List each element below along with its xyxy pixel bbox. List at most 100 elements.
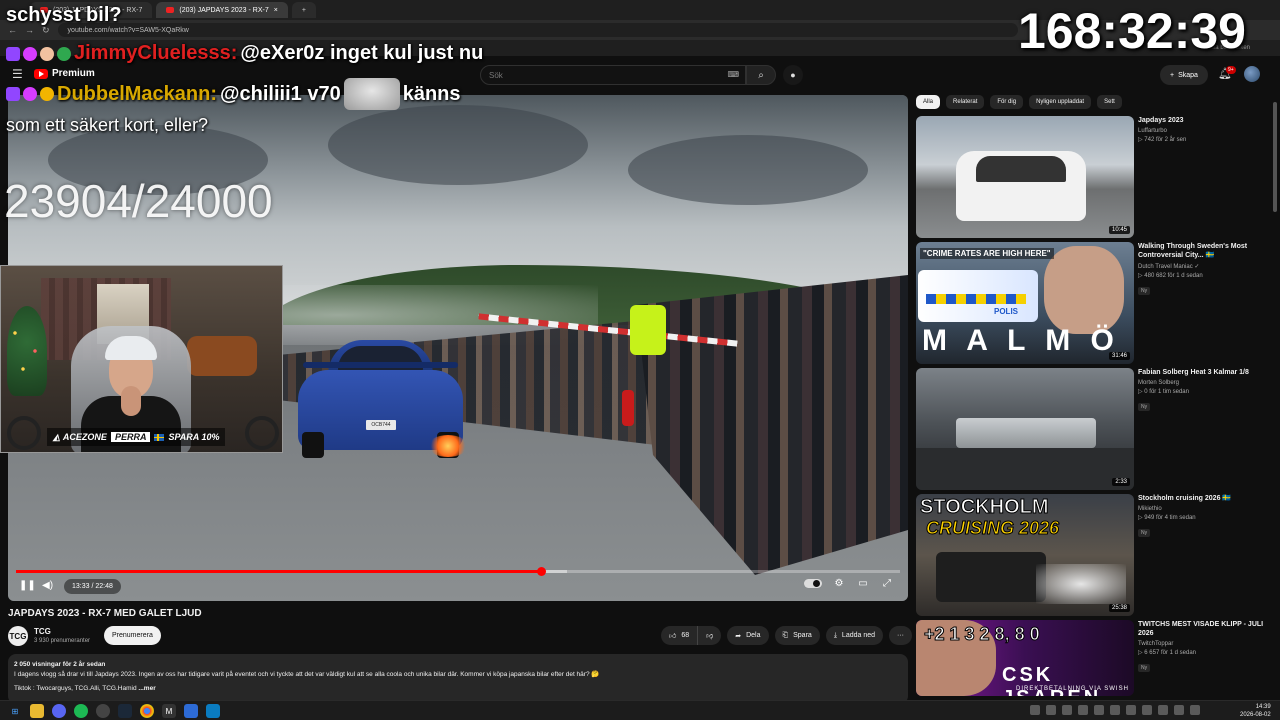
more-actions-button[interactable]: ··· bbox=[889, 626, 913, 645]
dislike-button[interactable]: 👎︎ bbox=[698, 626, 722, 645]
sponsor-brand: ◭ ACEZONE bbox=[53, 431, 107, 443]
recommendation-thumbnail[interactable]: STOCKHOLM CRUISING 2026 25:38 bbox=[916, 494, 1134, 616]
wifi-icon[interactable] bbox=[1174, 705, 1184, 715]
recommendation-title[interactable]: Walking Through Sweden's Most Controvers… bbox=[1138, 242, 1268, 260]
recommendation-title[interactable]: Fabian Solberg Heat 3 Kalmar 1/8 bbox=[1138, 368, 1268, 377]
discord-icon[interactable] bbox=[52, 704, 66, 718]
page-scrollbar[interactable] bbox=[1272, 92, 1278, 702]
webcam-tree-lights bbox=[7, 306, 47, 396]
channel-name[interactable]: TCG bbox=[34, 627, 51, 636]
thumb-face bbox=[1044, 246, 1124, 334]
spotify-icon[interactable] bbox=[74, 704, 88, 718]
chip-recently-uploaded[interactable]: Nyligen uppladdat bbox=[1029, 95, 1092, 109]
tray-icon[interactable] bbox=[1126, 705, 1136, 715]
notes-icon[interactable] bbox=[184, 704, 198, 718]
recommendation-duration: 31:46 bbox=[1108, 352, 1130, 360]
tray-icon[interactable] bbox=[1158, 705, 1168, 715]
recommendation-thumbnail[interactable]: 10:45 bbox=[916, 116, 1134, 238]
mail-icon[interactable]: M bbox=[162, 704, 176, 718]
search-button[interactable]: ⌕ bbox=[746, 65, 776, 85]
file-explorer-icon[interactable] bbox=[30, 704, 44, 718]
new-badge: Ny bbox=[1138, 403, 1151, 411]
video-fire-extinguisher bbox=[622, 390, 634, 426]
chip-watched[interactable]: Sett bbox=[1097, 95, 1122, 109]
tray-icon[interactable] bbox=[1142, 705, 1152, 715]
new-badge: Ny bbox=[1138, 287, 1151, 295]
taskbar-clock[interactable]: 14:39 2026-08-02 bbox=[1240, 703, 1271, 719]
tray-icon[interactable] bbox=[1110, 705, 1120, 715]
scrollbar-thumb[interactable] bbox=[1273, 102, 1277, 212]
tray-icon[interactable] bbox=[1046, 705, 1056, 715]
settings-gear-icon[interactable]: ⚙ bbox=[832, 578, 846, 589]
recommendation-channel[interactable]: TwitchToppar bbox=[1138, 641, 1268, 647]
volume-icon[interactable]: ◀) bbox=[42, 580, 53, 591]
recommendation-title[interactable]: Japdays 2023 bbox=[1138, 116, 1268, 125]
theater-mode-icon[interactable]: ▭ bbox=[856, 578, 870, 589]
fullscreen-icon[interactable]: ⤢ bbox=[880, 578, 894, 589]
recommendation-item[interactable]: STOCKHOLM CRUISING 2026 25:38 Stockholm … bbox=[916, 494, 1276, 616]
account-avatar[interactable] bbox=[1244, 66, 1260, 82]
url-field[interactable]: youtube.com/watch?v=SAW5-XQaRkw bbox=[57, 23, 1018, 37]
recommendation-info: Japdays 2023 Luffarturbo ▷ 742 för 2 år … bbox=[1138, 116, 1268, 143]
voice-search-button[interactable]: ● bbox=[783, 65, 803, 85]
chip-related[interactable]: Relaterat bbox=[946, 95, 985, 109]
chat-text: @chiliii1 v70 bbox=[220, 82, 341, 105]
video-marshal bbox=[630, 305, 666, 355]
recommendation-item[interactable]: 10:45 Japdays 2023 Luffarturbo ▷ 742 för… bbox=[916, 116, 1276, 238]
video-cloud bbox=[328, 105, 588, 185]
video-progress-bar[interactable] bbox=[16, 567, 900, 576]
description-text: I dagens vlogg så drar vi till Japdays 2… bbox=[14, 671, 600, 678]
save-button[interactable]: ⎗ Spara bbox=[774, 626, 820, 645]
chrome-icon[interactable] bbox=[140, 704, 154, 718]
recommendation-title[interactable]: Stockholm cruising 2026 🇸🇪 bbox=[1138, 494, 1268, 503]
new-tab-button[interactable]: + bbox=[291, 2, 316, 18]
recommendation-channel[interactable]: Morten Solberg bbox=[1138, 380, 1268, 386]
recommendation-item[interactable]: POLIS "CRIME RATES ARE HIGH HERE" M A L … bbox=[916, 242, 1276, 364]
tray-icon[interactable] bbox=[1078, 705, 1088, 715]
chat-username: DubbelMackann: bbox=[57, 82, 218, 105]
windows-start-icon[interactable]: ⊞ bbox=[8, 704, 22, 718]
create-button[interactable]: + Skapa bbox=[1160, 65, 1208, 85]
tray-icon[interactable] bbox=[1062, 705, 1072, 715]
subscribe-button[interactable]: Prenumerera bbox=[104, 626, 161, 645]
recommendation-thumbnail[interactable]: 2:33 bbox=[916, 368, 1134, 490]
chip-all[interactable]: Alla bbox=[916, 95, 941, 109]
autoplay-toggle[interactable] bbox=[804, 579, 822, 588]
channel-avatar[interactable]: TCG bbox=[8, 626, 28, 646]
like-button[interactable]: 👍︎ 68 bbox=[661, 626, 699, 645]
headset-icon bbox=[245, 416, 279, 450]
headset-icon bbox=[7, 416, 41, 450]
tray-icon[interactable] bbox=[1030, 705, 1040, 715]
keyboard-icon[interactable]: ⌨ bbox=[727, 70, 739, 79]
recommendation-thumbnail[interactable]: +2 1 3 2 8, 8 0 CSK JSAREN DIREKTBETALNI… bbox=[916, 620, 1134, 696]
recommendation-channel[interactable]: Luffarturbo bbox=[1138, 128, 1268, 134]
time-display: 13:33 / 22:48 bbox=[64, 579, 121, 594]
description-more-link[interactable]: ...mer bbox=[138, 685, 155, 692]
recommendation-thumbnail[interactable]: POLIS "CRIME RATES ARE HIGH HERE" M A L … bbox=[916, 242, 1134, 364]
youtube-play-icon bbox=[34, 68, 48, 79]
share-button[interactable]: ➦ Dela bbox=[727, 626, 769, 645]
download-button[interactable]: ⤓ Ladda ned bbox=[825, 626, 884, 645]
recommendation-channel[interactable]: Dutch Travel Maniac ✓ bbox=[1138, 263, 1268, 270]
chip-for-you[interactable]: För dig bbox=[990, 95, 1024, 109]
new-badge: Ny bbox=[1138, 529, 1151, 537]
tab-close-icon[interactable]: × bbox=[274, 7, 278, 14]
recommendation-item[interactable]: +2 1 3 2 8, 8 0 CSK JSAREN DIREKTBETALNI… bbox=[916, 620, 1276, 696]
tray-icon[interactable] bbox=[1094, 705, 1104, 715]
subathon-timer: 168:32:39 bbox=[1018, 3, 1246, 59]
steam-icon[interactable] bbox=[118, 704, 132, 718]
recommendation-channel[interactable]: Mikiethio bbox=[1138, 506, 1268, 512]
thumb-banner-text: "CRIME RATES ARE HIGH HERE" bbox=[920, 248, 1054, 259]
pause-icon[interactable]: ❚❚ bbox=[19, 580, 36, 591]
frog-badge-icon bbox=[57, 46, 71, 61]
recommendation-item[interactable]: 2:33 Fabian Solberg Heat 3 Kalmar 1/8 Mo… bbox=[916, 368, 1276, 490]
volume-tray-icon[interactable] bbox=[1190, 705, 1200, 715]
sub-badge-icon bbox=[23, 87, 37, 101]
thumb-windshield-view bbox=[956, 418, 1096, 448]
photos-icon[interactable] bbox=[206, 704, 220, 718]
video-description[interactable]: 2 050 visningar för 2 år sedan I dagens … bbox=[8, 654, 908, 704]
browser-tab-active[interactable]: (203) JAPDAYS 2023 - RX-7 × bbox=[156, 2, 288, 18]
search-input[interactable]: Sök ⌨ bbox=[480, 65, 746, 85]
recommendation-title[interactable]: TWITCHS MEST VISADE KLIPP - JULI 2026 bbox=[1138, 620, 1268, 638]
obs-icon[interactable] bbox=[96, 704, 110, 718]
